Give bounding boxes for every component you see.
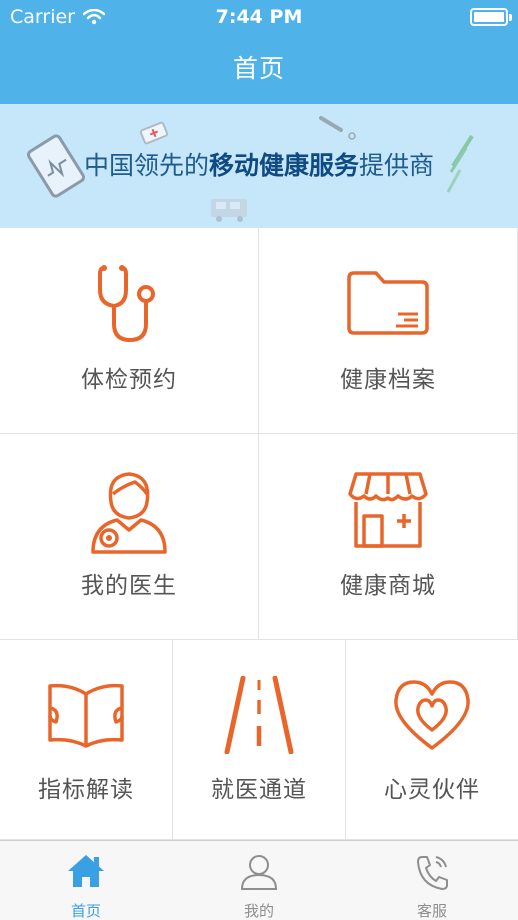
grid-item-health-records[interactable]: 健康档案 xyxy=(259,228,518,434)
grid-item-label: 体检预约 xyxy=(81,367,177,393)
store-icon xyxy=(348,472,428,548)
tab-label: 我的 xyxy=(243,902,274,920)
grid-item-label: 指标解读 xyxy=(38,777,134,803)
grid-item-label: 健康商城 xyxy=(340,573,436,599)
grid-item-label: 我的医生 xyxy=(81,573,177,599)
status-bar: Carrier 7:44 PM xyxy=(0,0,518,36)
tab-label: 首页 xyxy=(70,902,101,920)
slogan-suffix: 提供商 xyxy=(359,151,435,180)
open-book-icon xyxy=(48,683,124,748)
grid-item-label: 就医通道 xyxy=(211,777,307,803)
grid-item-medical-channel[interactable]: 就医通道 xyxy=(173,640,346,840)
nav-bar: 首页 xyxy=(0,36,518,104)
ambulance-icon xyxy=(211,199,247,222)
tab-mine[interactable]: 我的 xyxy=(173,841,345,920)
banner-slogan: 中国领先的移动健康服务提供商 xyxy=(0,146,518,182)
tab-customer-service[interactable]: 客服 xyxy=(346,841,518,920)
page-title: 首页 xyxy=(232,54,285,83)
home-icon xyxy=(68,855,104,887)
grid-item-label: 健康档案 xyxy=(340,367,436,393)
battery-icon xyxy=(470,8,512,26)
grid-item-physical-exam[interactable]: 体检预约 xyxy=(0,228,259,434)
medicine-box-icon xyxy=(139,121,169,145)
tab-bar: 首页 我的 客服 xyxy=(0,840,518,920)
grid-item-label: 心灵伙伴 xyxy=(384,777,480,803)
promo-banner[interactable]: 中国领先的移动健康服务提供商 xyxy=(0,104,518,228)
grid-item-indicator-interpretation[interactable]: 指标解读 xyxy=(0,640,173,840)
grid-item-my-doctor[interactable]: 我的医生 xyxy=(0,434,259,640)
tab-label: 客服 xyxy=(416,902,447,920)
grid-item-health-mall[interactable]: 健康商城 xyxy=(259,434,518,640)
feature-grid: 体检预约 健康档案 我的医生 健康商城 指标解读 就医通道 心灵伙伴 xyxy=(0,228,518,840)
user-icon xyxy=(240,855,278,890)
grid-item-soul-partner[interactable]: 心灵伙伴 xyxy=(346,640,518,840)
road-icon xyxy=(224,676,294,754)
doctor-icon xyxy=(91,472,167,554)
stethoscope-icon xyxy=(98,265,155,343)
clock: 7:44 PM xyxy=(215,6,303,28)
phone-icon xyxy=(417,856,448,890)
slogan-highlight: 移动健康服务 xyxy=(208,151,359,180)
slogan-prefix: 中国领先的 xyxy=(83,151,209,180)
tab-home[interactable]: 首页 xyxy=(0,841,172,920)
folder-icon xyxy=(347,271,429,335)
heart-icon xyxy=(394,680,470,750)
